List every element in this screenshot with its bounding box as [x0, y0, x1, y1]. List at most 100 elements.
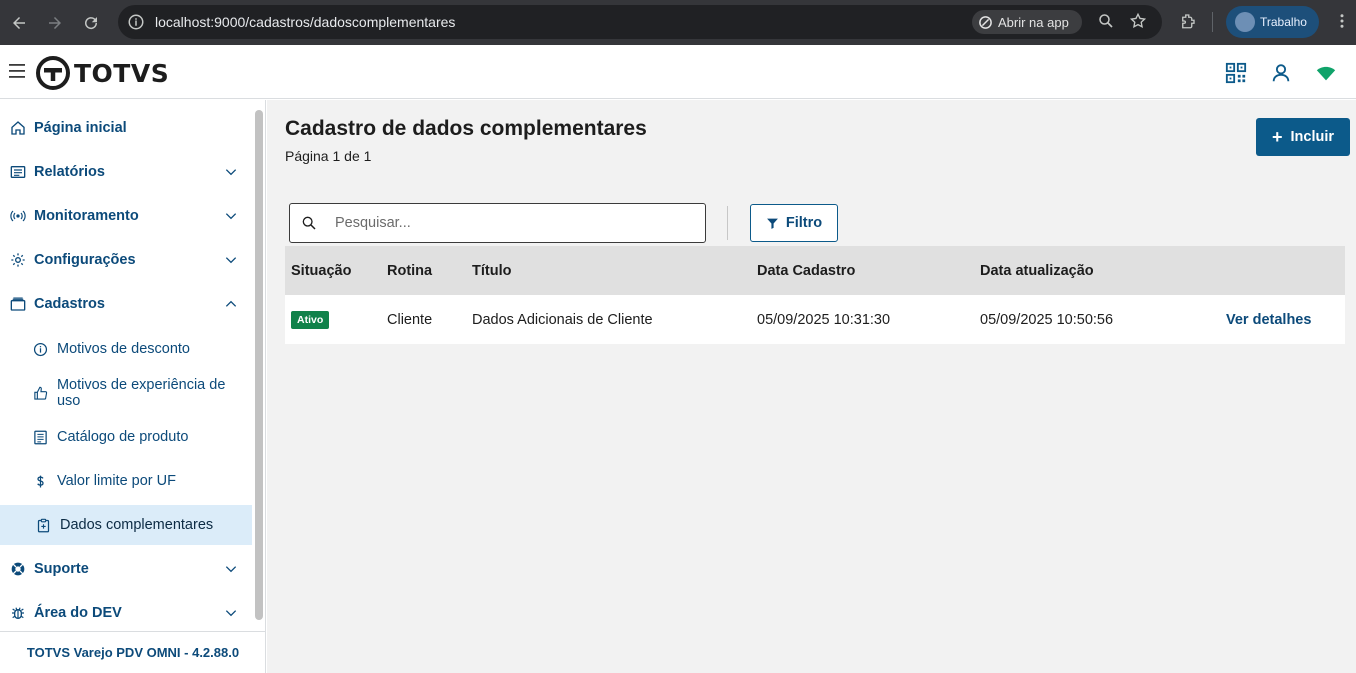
search-input[interactable] [335, 215, 675, 231]
sidebar-subitem-label: Dados complementares [60, 517, 214, 533]
logo-text: TOTVS [74, 58, 170, 88]
search-icon [302, 216, 316, 230]
page-subtitle: Página 1 de 1 [285, 148, 372, 164]
sidebar-subitem-label: Motivos de experiência de uso [56, 377, 226, 409]
sidebar-item-label: Configurações [34, 252, 136, 268]
page-title: Cadastro de dados complementares [285, 117, 647, 140]
column-header-rotina[interactable]: Rotina [387, 263, 472, 279]
filter-icon [766, 218, 778, 229]
sidebar-subitem-label: Valor limite por UF [57, 473, 176, 489]
sidebar-subitem-dados-complementares[interactable]: Dados complementares [0, 505, 252, 545]
sidebar-item-monitoring[interactable]: Monitoramento [0, 196, 252, 236]
filter-button-label: Filtro [785, 215, 823, 231]
column-header-data-cadastro[interactable]: Data Cadastro [757, 263, 980, 279]
report-icon [10, 166, 26, 178]
gear-icon [11, 253, 25, 267]
search-box[interactable] [289, 203, 706, 243]
column-header-data-atualizacao[interactable]: Data atualização [980, 263, 1226, 279]
chevron-down-icon [225, 169, 237, 176]
sidebar-item-label: Área do DEV [34, 605, 122, 621]
sidebar-subitem-label: Catálogo de produto [57, 429, 189, 445]
arrow-right-icon [49, 16, 61, 29]
chevron-up-icon [225, 300, 237, 307]
sidebar-item-cadastros[interactable]: Cadastros [0, 284, 252, 324]
plus-icon: + [1271, 127, 1283, 147]
back-button[interactable] [2, 6, 36, 40]
table-header: Situação Rotina Título Data Cadastro Dat… [285, 246, 1345, 295]
sidebar-item-label: Monitoramento [34, 208, 139, 224]
catalog-icon [34, 430, 47, 444]
open-app-icon [979, 15, 992, 29]
sidebar-item-area-dev[interactable]: Área do DEV [0, 593, 252, 633]
sidebar-subitem-label: Motivos de desconto [57, 341, 190, 357]
cell-data-atualizacao: 05/09/2025 10:50:56 [980, 311, 1114, 328]
column-header-titulo[interactable]: Título [472, 263, 757, 279]
connection-status-icon[interactable] [1315, 62, 1337, 84]
add-button-label: Incluir [1290, 129, 1335, 145]
sidebar-subitem-motivos-desconto[interactable]: Motivos de desconto [0, 329, 252, 369]
site-info-icon[interactable] [127, 13, 145, 31]
totvs-logo[interactable]: TOTVS [36, 56, 169, 90]
arrow-left-icon [13, 16, 25, 29]
profile-label: Trabalho [1260, 15, 1307, 29]
main-content: Cadastro de dados complementares Página … [267, 100, 1356, 673]
browser-toolbar: localhost:9000/cadastros/dadoscomplement… [0, 0, 1356, 45]
app-header: TOTVS [0, 45, 1356, 99]
add-button[interactable]: + Incluir [1256, 118, 1350, 156]
chevron-down-icon [225, 610, 237, 617]
app-version: TOTVS Varejo PDV OMNI - 4.2.88.0 [0, 631, 266, 673]
cell-actions: Ver detalhes [1226, 312, 1345, 328]
user-icon[interactable] [1270, 62, 1292, 84]
more-vert-icon[interactable] [1333, 12, 1351, 30]
thumbs-up-icon [34, 386, 48, 400]
broadcast-icon [10, 210, 26, 222]
toolbar-divider [1212, 12, 1213, 32]
table-row: Ativo Cliente Dados Adicionais de Client… [285, 295, 1345, 344]
sidebar-subitem-motivos-experiencia[interactable]: Motivos de experiência de uso [0, 373, 252, 413]
totvs-logo-icon [36, 56, 70, 90]
data-table: Situação Rotina Título Data Cadastro Dat… [285, 246, 1345, 344]
sidebar-scrollbar[interactable] [255, 110, 263, 620]
cell-titulo: Dados Adicionais de Cliente [472, 311, 653, 328]
sidebar-item-settings[interactable]: Configurações [0, 240, 252, 280]
view-details-link[interactable]: Ver detalhes [1226, 312, 1311, 328]
dollar-icon [37, 475, 44, 487]
sidebar: Página inicial Relatórios Monitoramento … [0, 100, 266, 673]
extensions-icon[interactable] [1179, 12, 1197, 30]
sidebar-subitem-valor-limite-uf[interactable]: Valor limite por UF [0, 461, 252, 501]
bug-icon [12, 607, 24, 619]
forward-button[interactable] [38, 6, 72, 40]
sidebar-item-reports[interactable]: Relatórios [0, 152, 252, 192]
cell-situacao: Ativo [285, 310, 387, 329]
status-badge: Ativo [291, 310, 330, 329]
column-header-situacao[interactable]: Situação [285, 263, 387, 279]
zoom-icon[interactable] [1097, 12, 1115, 30]
chevron-down-icon [225, 566, 237, 573]
chevron-down-icon [225, 257, 237, 264]
sidebar-item-suporte[interactable]: Suporte [0, 549, 252, 589]
cell-data-cadastro: 05/09/2025 10:31:30 [757, 311, 891, 328]
open-in-app-label: Abrir na app [998, 14, 1069, 30]
open-in-app-button[interactable]: Abrir na app [972, 10, 1082, 34]
sidebar-item-label: Cadastros [34, 296, 105, 312]
chevron-down-icon [225, 213, 237, 220]
bookmark-star-icon[interactable] [1129, 12, 1147, 30]
sidebar-item-label: Suporte [34, 561, 89, 577]
folder-icon [10, 297, 26, 311]
info-icon [33, 342, 48, 356]
profile-button[interactable]: Trabalho [1226, 6, 1319, 38]
menu-icon[interactable] [9, 64, 25, 78]
lifebuoy-icon [11, 562, 25, 576]
filter-button[interactable]: Filtro [750, 204, 838, 242]
qr-code-icon[interactable] [1225, 62, 1247, 84]
sidebar-subitem-catalogo-produto[interactable]: Catálogo de produto [0, 417, 252, 457]
avatar [1235, 12, 1255, 32]
clipboard-icon [37, 518, 50, 532]
reload-icon [85, 16, 98, 29]
home-icon [11, 121, 25, 135]
sidebar-item-home[interactable]: Página inicial [0, 108, 252, 148]
sidebar-item-label: Relatórios [34, 164, 105, 180]
sidebar-item-label: Página inicial [34, 120, 127, 136]
reload-button[interactable] [74, 6, 108, 40]
sidebar-scroll-thumb[interactable] [255, 110, 263, 620]
